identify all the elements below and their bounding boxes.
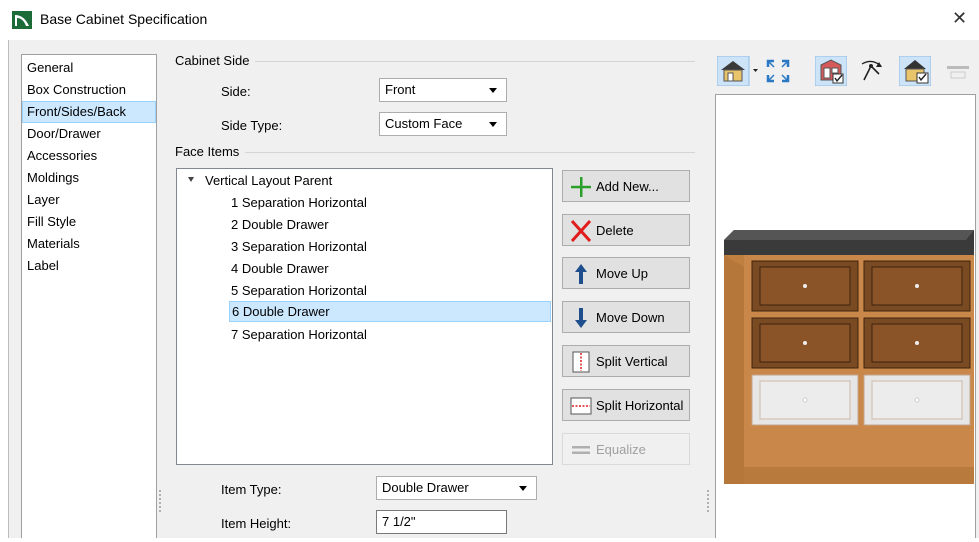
move-up-label: Move Up <box>596 266 649 281</box>
split-vertical-label: Split Vertical <box>596 354 668 369</box>
tree-item[interactable]: 3 Separation Horizontal <box>231 236 367 257</box>
nav-item-label[interactable]: Label <box>22 255 156 277</box>
tree-item[interactable]: 7 Separation Horizontal <box>231 324 367 345</box>
nav-item-general[interactable]: General <box>22 57 156 79</box>
item-height-label: Item Height: <box>221 516 292 531</box>
cabinet-side-divider <box>255 61 695 62</box>
dialog-body: General Box Construction Front/Sides/Bac… <box>8 40 979 538</box>
chevron-down-icon <box>519 486 527 491</box>
delete-label: Delete <box>596 223 634 238</box>
split-horizontal-label: Split Horizontal <box>596 398 684 413</box>
side-type-select-value: Custom Face <box>385 116 463 131</box>
camera-view-dropdown-icon[interactable] <box>717 56 759 86</box>
move-down-button[interactable]: Move Down <box>562 301 690 333</box>
tree-item-selected[interactable]: 6 Double Drawer <box>229 301 551 322</box>
splitter-grip[interactable] <box>159 490 161 512</box>
nav-item-materials[interactable]: Materials <box>22 233 156 255</box>
delete-x-icon <box>570 220 592 242</box>
show-cabinet-icon[interactable] <box>815 56 847 86</box>
show-selected-face-icon[interactable] <box>899 56 931 86</box>
equalize-icon <box>572 446 590 454</box>
face-items-group-label: Face Items <box>175 144 245 159</box>
item-type-select[interactable]: Double Drawer <box>376 476 537 500</box>
category-list[interactable]: General Box Construction Front/Sides/Bac… <box>21 54 157 538</box>
chevron-down-icon <box>489 88 497 93</box>
delete-button[interactable]: Delete <box>562 214 690 246</box>
nav-item-accessories[interactable]: Accessories <box>22 145 156 167</box>
window-title: Base Cabinet Specification <box>40 11 208 27</box>
tree-item-parent[interactable]: Vertical Layout Parent <box>205 170 332 191</box>
arrow-up-icon <box>575 264 587 284</box>
split-vertical-button[interactable]: Split Vertical <box>562 345 690 377</box>
close-icon[interactable]: ✕ <box>952 8 967 29</box>
side-select[interactable]: Front <box>379 78 507 102</box>
side-label: Side: <box>221 84 251 99</box>
tree-item[interactable]: 2 Double Drawer <box>231 214 329 235</box>
side-type-select[interactable]: Custom Face <box>379 112 507 136</box>
split-horizontal-icon <box>570 397 592 415</box>
cabinet-side-group-label: Cabinet Side <box>175 53 255 68</box>
side-type-label: Side Type: <box>221 118 283 133</box>
fill-window-icon[interactable] <box>763 56 793 86</box>
equalize-button[interactable]: Equalize <box>562 433 690 465</box>
item-type-select-value: Double Drawer <box>382 480 469 495</box>
split-vertical-icon <box>572 351 590 373</box>
splitter-grip[interactable] <box>707 490 709 512</box>
arrow-down-icon <box>575 308 587 328</box>
tree-item[interactable]: 5 Separation Horizontal <box>231 280 367 301</box>
side-select-value: Front <box>385 82 416 97</box>
cabinet-preview[interactable] <box>715 94 976 538</box>
nav-item-moldings[interactable]: Moldings <box>22 167 156 189</box>
item-type-label: Item Type: <box>221 482 282 497</box>
add-new-label: Add New... <box>596 179 659 194</box>
nav-item-fill-style[interactable]: Fill Style <box>22 211 156 233</box>
item-height-field[interactable]: 7 1/2" <box>376 510 507 534</box>
tree-item[interactable]: 4 Double Drawer <box>231 258 329 279</box>
nav-item-front-sides-back[interactable]: Front/Sides/Back <box>22 101 156 123</box>
split-horizontal-button[interactable]: Split Horizontal <box>562 389 690 421</box>
disabled-tool-icon <box>947 66 969 79</box>
nav-item-box-construction[interactable]: Box Construction <box>22 79 156 101</box>
cabinet-3d-rendering <box>724 230 974 484</box>
title-bar: Base Cabinet Specification ✕ <box>0 0 979 40</box>
chevron-down-icon <box>489 122 497 127</box>
nav-item-door-drawer[interactable]: Door/Drawer <box>22 123 156 145</box>
move-down-label: Move Down <box>596 310 665 325</box>
orbit-icon[interactable] <box>857 56 887 86</box>
plus-icon <box>571 177 591 197</box>
chief-architect-icon <box>12 11 32 29</box>
add-new-button[interactable]: Add New... <box>562 170 690 202</box>
expand-triangle-icon[interactable] <box>188 177 194 182</box>
move-up-button[interactable]: Move Up <box>562 257 690 289</box>
face-items-divider <box>245 152 695 153</box>
face-items-tree[interactable]: Vertical Layout Parent 1 Separation Hori… <box>176 168 553 465</box>
tree-item[interactable]: 1 Separation Horizontal <box>231 192 367 213</box>
equalize-label: Equalize <box>596 442 646 457</box>
nav-item-layer[interactable]: Layer <box>22 189 156 211</box>
